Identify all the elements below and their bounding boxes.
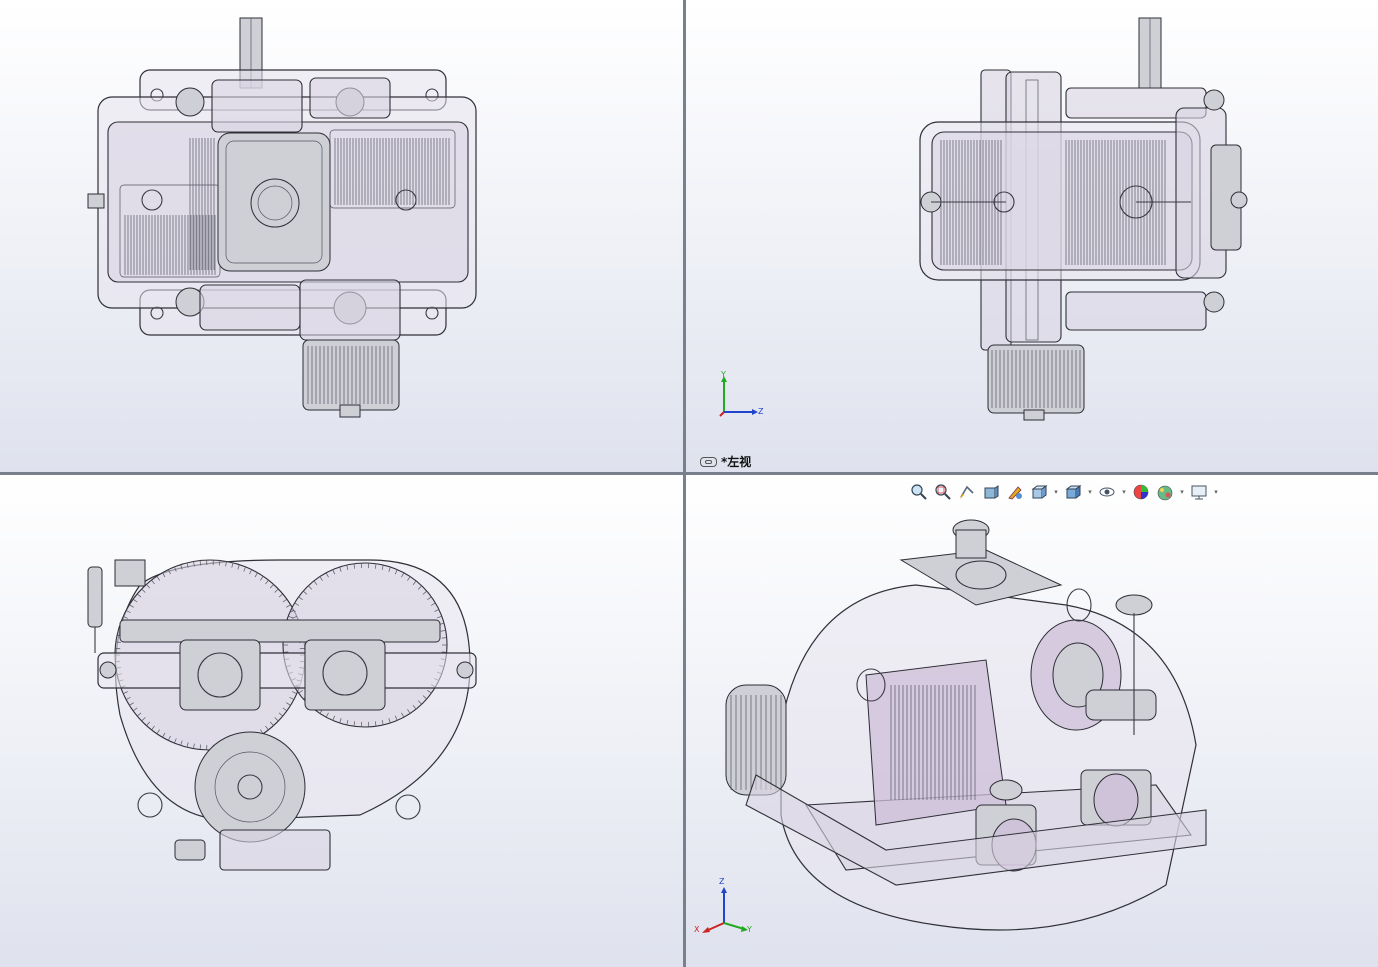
link-view-icon[interactable] (700, 456, 717, 467)
viewport-isometric-view[interactable]: ▾ ▾ ▾ ▾ ▾ Z X Y (686, 475, 1378, 967)
triad-z-label: Z (758, 407, 764, 416)
triad-axes-icon (702, 887, 748, 933)
triad-y-label: Y (721, 370, 726, 379)
viewport-front-view[interactable] (0, 475, 683, 967)
triad-x-label: X (694, 925, 700, 934)
triad-y-label: Y (747, 925, 752, 934)
viewport-left-view[interactable]: Y Z *左视 (686, 0, 1378, 472)
viewport-splitter-horizontal[interactable] (0, 472, 1378, 475)
gearbox-isometric-model[interactable] (686, 475, 1378, 967)
triad-z-label: Z (719, 877, 725, 886)
view-name-label: *左视 (700, 453, 751, 470)
viewport-splitter-vertical[interactable] (683, 0, 686, 967)
viewport-top-view[interactable] (0, 0, 683, 472)
gearbox-top-view-model[interactable] (0, 0, 683, 472)
coordinate-triad: Y Z (716, 370, 766, 420)
coordinate-triad-iso: Z X Y (694, 877, 754, 937)
gearbox-left-view-model[interactable] (686, 0, 1378, 472)
gearbox-front-view-model[interactable] (0, 475, 683, 967)
view-name-text: *左视 (721, 455, 752, 469)
